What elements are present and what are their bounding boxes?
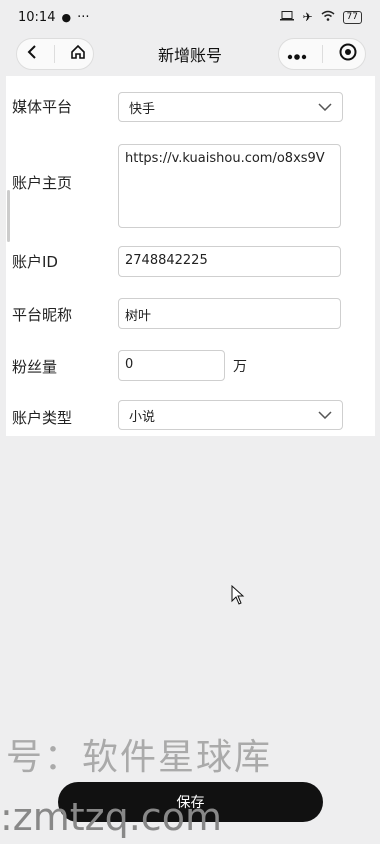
back-icon[interactable]	[25, 44, 39, 64]
pill-divider	[322, 45, 324, 63]
account-type-label: 账户类型	[12, 409, 73, 427]
account-id-input[interactable]: 2748842225	[118, 246, 341, 277]
status-right: ✈ 77	[280, 10, 362, 24]
status-bar: 10:14 ● ··· ✈ 77	[0, 0, 380, 34]
followers-input[interactable]: 0	[118, 350, 225, 381]
more-icon[interactable]	[287, 45, 307, 64]
nav-bar: 新增账号	[0, 34, 380, 74]
scroll-indicator[interactable]	[7, 190, 10, 242]
nickname-label: 平台昵称	[12, 306, 73, 324]
status-time: 10:14	[18, 9, 56, 25]
mouse-cursor-icon	[231, 584, 245, 609]
followers-label: 粉丝量	[12, 358, 58, 376]
platform-value: 快手	[129, 101, 156, 117]
watermark-line1: 号：软件星球库	[6, 737, 273, 778]
status-left: 10:14 ● ···	[18, 10, 89, 25]
account-type-select[interactable]: 小说	[118, 400, 343, 430]
nickname-input[interactable]: 树叶	[118, 298, 341, 329]
pill-divider	[53, 45, 55, 63]
platform-label: 媒体平台	[12, 98, 73, 116]
account-id-label: 账户ID	[12, 253, 58, 271]
homepage-label: 账户主页	[12, 174, 73, 192]
platform-select[interactable]: 快手	[118, 92, 343, 122]
account-type-value: 小说	[129, 409, 156, 425]
chevron-down-icon	[318, 100, 332, 115]
status-more-dots: ···	[77, 9, 90, 25]
followers-unit: 万	[233, 359, 247, 375]
laptop-icon	[280, 10, 295, 24]
page-title: 新增账号	[157, 46, 222, 65]
wifi-icon	[321, 10, 335, 24]
home-icon[interactable]	[70, 44, 86, 64]
nav-left-pill	[16, 38, 94, 70]
chevron-down-icon	[318, 408, 332, 423]
close-miniapp-icon[interactable]	[339, 43, 357, 65]
battery-icon: 77	[342, 10, 362, 24]
airplane-icon: ✈	[302, 10, 313, 24]
app-notification-icon: ●	[61, 10, 72, 24]
homepage-textarea[interactable]: https://v.kuaishou.com/o8xs9V	[118, 144, 341, 228]
nav-right-pill	[278, 38, 366, 70]
form-card: 媒体平台 快手 账户主页 https://v.kuaishou.com/o8xs…	[6, 76, 375, 436]
watermark-line2: :zmtzq.com	[0, 795, 222, 839]
